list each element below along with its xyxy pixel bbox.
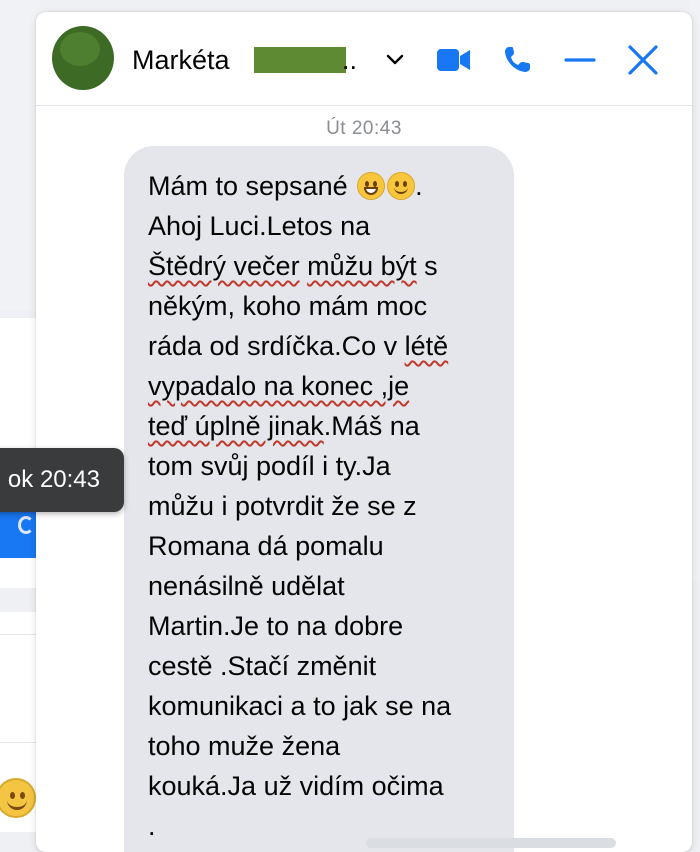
redacted-surname <box>254 47 346 73</box>
message-line: můžu i potvrdit že se z <box>148 491 417 521</box>
minimize-button[interactable] <box>560 40 600 80</box>
name-ellipsis: .. <box>342 45 358 75</box>
contact-name[interactable]: Markéta <box>132 44 230 76</box>
composer-edge <box>366 838 616 848</box>
message-line: ráda od srdíčka.Co v létě <box>148 331 449 361</box>
message-line: kouká.Ja už vidím očima <box>148 771 444 801</box>
chevron-down-icon[interactable] <box>384 48 406 70</box>
voice-call-button[interactable] <box>497 40 537 80</box>
message-line: cestě .Stačí změnit <box>148 651 377 681</box>
smiling-emoji-icon <box>387 172 416 200</box>
minimize-icon <box>564 58 596 62</box>
chat-header: Markéta .. <box>36 12 692 106</box>
background-page-panel <box>0 0 40 310</box>
message-line: Mám to sepsané . <box>148 171 423 201</box>
video-call-icon <box>437 49 470 71</box>
avatar[interactable] <box>52 26 114 90</box>
message-line: vypadalo na konec ,je <box>148 371 410 401</box>
message-line: Ahoj Luci.Letos na <box>148 211 371 241</box>
message-line: toho muže žena <box>148 731 341 761</box>
message-line: Martin.Je to na dobre <box>148 611 404 641</box>
message-line: nenásilně udělat <box>148 571 345 601</box>
message-line: Štědrý večer můžu být s <box>148 251 438 281</box>
chat-window: Markéta .. Út 20:43 Mám to sepsané . Aho… <box>36 12 692 852</box>
close-icon <box>628 45 658 75</box>
message-line: Romana dá pomalu <box>148 531 384 561</box>
message-line: tom svůj podíl i ty.Ja <box>148 451 391 481</box>
message-timestamp: Út 20:43 <box>326 118 402 139</box>
close-button[interactable] <box>623 40 663 80</box>
divider <box>0 742 40 743</box>
refresh-icon <box>18 516 34 534</box>
message-line: komunikaci a to jak se na <box>148 691 452 721</box>
phone-call-icon <box>505 47 530 72</box>
message-bubble[interactable]: Mám to sepsané . Ahoj Luci.Letos na Štěd… <box>124 146 514 852</box>
video-call-button[interactable] <box>434 40 474 80</box>
grinning-emoji-icon <box>357 172 386 200</box>
timestamp-tooltip: ok 20:43 <box>0 448 124 512</box>
divider <box>0 634 40 635</box>
message-line: teď úplně jinak.Máš na <box>148 411 420 441</box>
message-line: někým, koho mám moc <box>148 291 428 321</box>
